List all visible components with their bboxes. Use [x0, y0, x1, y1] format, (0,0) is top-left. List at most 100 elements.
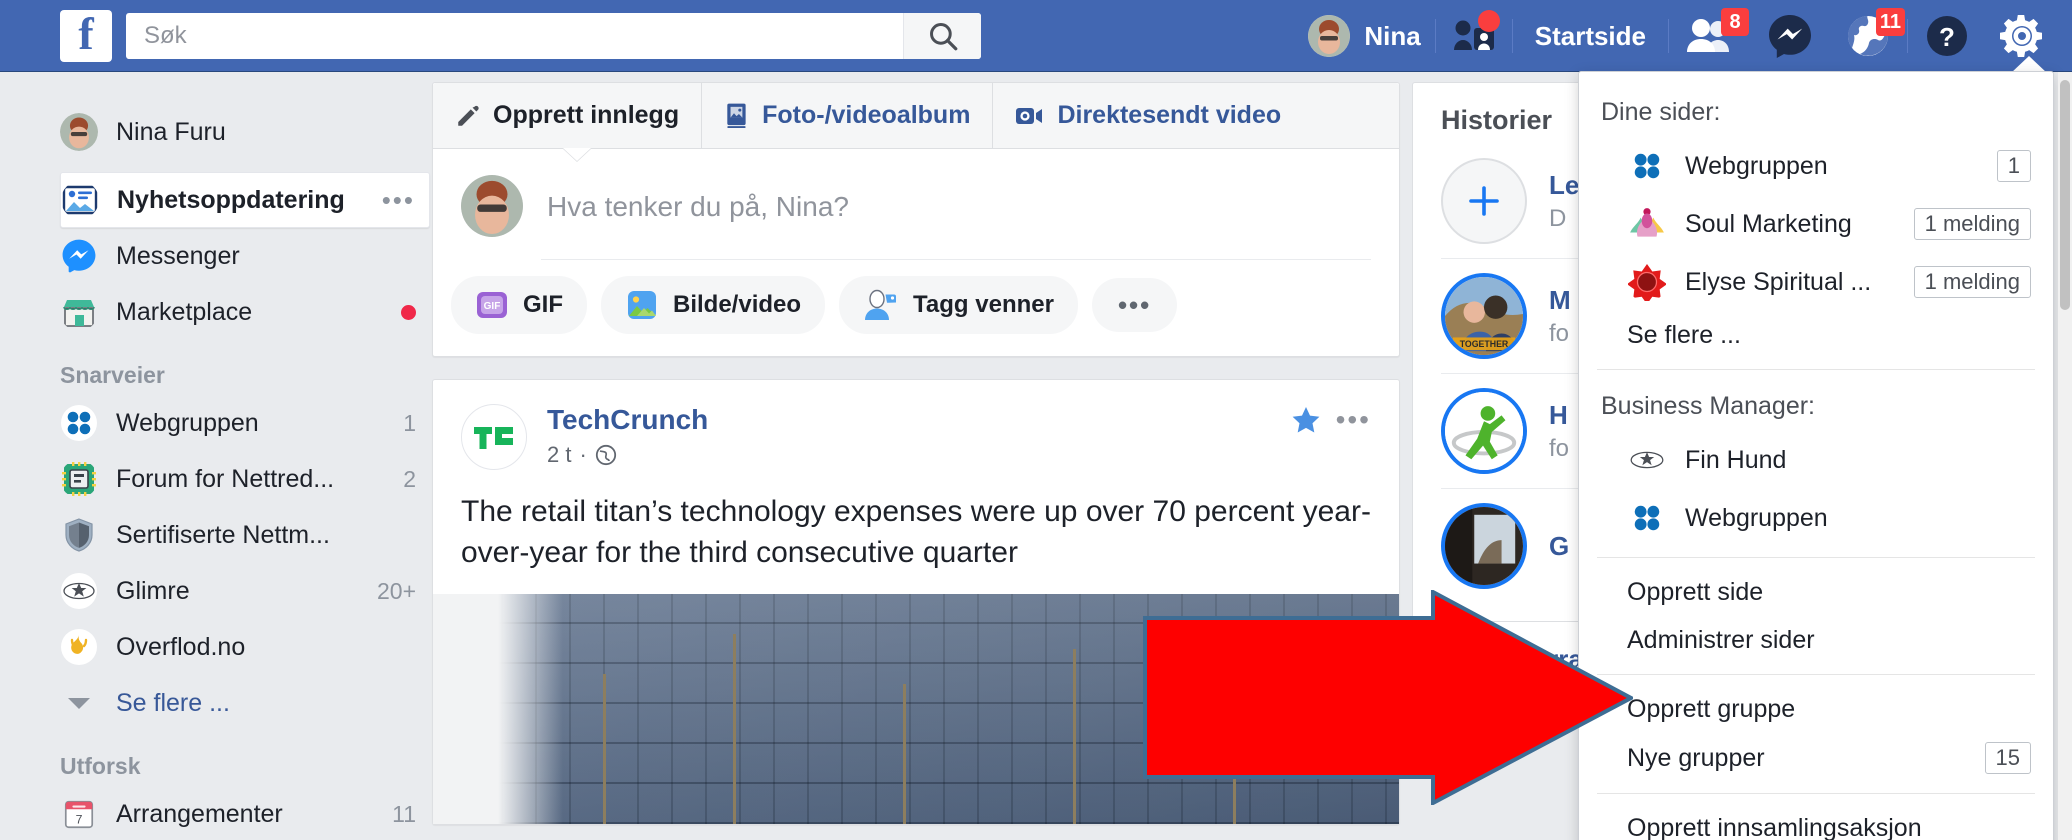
story-subtitle: fo [1549, 434, 1570, 462]
story-text: H fo [1549, 400, 1569, 463]
active-tab-caret [563, 148, 591, 161]
live-video-icon [1016, 107, 1043, 124]
story-avatar-window [1441, 503, 1527, 589]
story-name: G [1549, 530, 1570, 561]
webgruppen-icon [1627, 498, 1667, 538]
sidebar-item-messenger[interactable]: Messenger [60, 228, 430, 284]
dropdown-create-group[interactable]: Opprett gruppe [1579, 685, 2053, 733]
dropdown-page-elyse-spiritual[interactable]: Elyse Spiritual ... 1 melding [1579, 253, 2053, 311]
composer-status-input[interactable]: Hva tenker du på, Nina? [547, 175, 849, 237]
nav-notifications[interactable]: 11 [1829, 0, 1907, 72]
sidebar-item-count: 2 [403, 465, 416, 492]
story-text: M fo [1549, 285, 1571, 348]
search-input[interactable] [126, 12, 903, 59]
dropdown-divider-2 [1597, 557, 2035, 558]
composer-tag-friends-button[interactable]: Tagg venner [839, 276, 1078, 334]
sidebar-shortcut-glimre[interactable]: Glimre 20+ [60, 563, 430, 619]
dropdown-manage-pages[interactable]: Administrer sider [1579, 616, 2053, 664]
sidebar-shortcut-overflod[interactable]: Overflod.no [60, 619, 430, 675]
post-composer: Opprett innlegg Foto-/videoalbum Direkte… [432, 82, 1400, 357]
story-text: G [1549, 531, 1569, 562]
dropdown-bm-webgruppen[interactable]: Webgruppen [1579, 489, 2053, 547]
help-icon: ? [1927, 16, 1967, 56]
tab-live-video[interactable]: Direktesendt video [992, 83, 1303, 148]
nav-profile-link[interactable]: Nina [1294, 15, 1434, 57]
dropdown-item-label: Webgruppen [1685, 503, 1828, 532]
dropdown-page-soul-marketing[interactable]: Soul Marketing 1 melding [1579, 195, 2053, 253]
dropdown-divider-3 [1597, 674, 2035, 675]
nav-messenger[interactable] [1751, 0, 1829, 72]
tab-label: Direktesendt video [1057, 101, 1282, 129]
sidebar-item-label: Webgruppen [116, 408, 259, 437]
story-avatar-couple: TOGETHER [1441, 273, 1527, 359]
dropdown-item-badge: 1 melding [1913, 266, 2031, 298]
nav-help[interactable]: ? [1908, 0, 1986, 72]
nav-home-link[interactable]: Startside [1513, 21, 1668, 52]
dropdown-new-groups[interactable]: Nye grupper 15 [1579, 733, 2053, 783]
dropdown-item-badge: 1 melding [1913, 208, 2031, 240]
dropdown-pages-see-more[interactable]: Se flere ... [1579, 311, 2053, 359]
post-meta: 2 t · [547, 442, 708, 468]
sidebar-item-label: Marketplace [116, 297, 253, 326]
post-page-name[interactable]: TechCrunch [547, 404, 708, 436]
dropdown-bm-fin-hund[interactable]: Fin Hund [1579, 431, 2053, 489]
dropdown-create-fundraiser[interactable]: Opprett innsamlingsaksjon [1579, 804, 2053, 840]
facebook-logo[interactable]: f [60, 9, 112, 62]
overflod-icon [60, 628, 98, 666]
star-icon[interactable] [1290, 404, 1322, 436]
sidebar-newsfeed-options-icon[interactable]: ••• [382, 187, 415, 213]
page-scrollbar-thumb[interactable] [2060, 80, 2070, 310]
sidebar-shortcut-webgruppen[interactable]: Webgruppen 1 [60, 395, 430, 451]
nav-profile-name: Nina [1364, 20, 1421, 51]
tab-photo-video-album[interactable]: Foto-/videoalbum [701, 83, 992, 148]
sidebar-item-label: Nyhetsoppdatering [117, 185, 345, 214]
pencil-icon [458, 105, 479, 126]
nav-settings-button[interactable] [1986, 0, 2072, 73]
dropdown-item-badge: 15 [1984, 742, 2031, 774]
post-tools: ••• [1290, 404, 1371, 436]
composer-photo-video-button[interactable]: Bilde/video [601, 276, 826, 334]
nav-create-shortcut[interactable] [1436, 0, 1512, 72]
chevron-down-icon [60, 684, 98, 722]
tag-friends-icon [865, 289, 897, 320]
svg-text:TOGETHER: TOGETHER [1460, 339, 1509, 349]
composer-gif-button[interactable]: GIF GIF [451, 276, 587, 334]
story-name: H [1549, 399, 1568, 430]
techcrunch-logo-icon [474, 427, 513, 449]
sidebar-shortcut-forum[interactable]: Forum for Nettred... 2 [60, 451, 430, 507]
search-button[interactable] [903, 12, 981, 59]
chip-icon [60, 460, 98, 498]
avatar [1308, 15, 1351, 57]
dropdown-page-webgruppen[interactable]: Webgruppen 1 [1579, 137, 2053, 195]
sidebar-item-count: 11 [392, 800, 416, 827]
sidebar-item-marketplace[interactable]: Marketplace [60, 284, 430, 340]
composer-tabs: Opprett innlegg Foto-/videoalbum Direkte… [433, 83, 1399, 161]
search-box[interactable] [126, 12, 981, 59]
sidebar-item-profile[interactable]: Nina Furu [60, 104, 430, 160]
elyse-spiritual-icon [1627, 262, 1667, 302]
sidebar-item-count: 1 [403, 409, 416, 436]
post-meta-dot: · [579, 442, 587, 467]
dropdown-create-page[interactable]: Opprett side [1579, 568, 2053, 616]
composer-more-options-button[interactable]: ••• [1091, 278, 1178, 332]
tab-label: Opprett innlegg [493, 101, 680, 129]
left-sidebar: Nina Furu Nyhetsoppdatering ••• Messenge… [0, 72, 430, 840]
sidebar-shortcut-sertifiserte[interactable]: Sertifiserte Nettm... [60, 507, 430, 563]
post-timestamp: 2 t [547, 442, 572, 467]
annotation-arrow [1143, 590, 1633, 805]
globe-icon [595, 444, 616, 466]
webgruppen-icon [1627, 146, 1667, 186]
tab-create-post[interactable]: Opprett innlegg [433, 83, 701, 148]
post-page-avatar[interactable] [461, 404, 527, 470]
sidebar-item-events[interactable]: 7 Arrangementer 11 [60, 786, 430, 840]
calendar-icon: 7 [60, 795, 98, 833]
sidebar-see-more-shortcuts[interactable]: Se flere ... [60, 675, 430, 731]
sidebar-explore-heading: Utforsk [60, 753, 141, 779]
sidebar-item-label: Glimre [116, 576, 190, 605]
svg-text:?: ? [1939, 22, 1955, 52]
sidebar-item-newsfeed[interactable]: Nyhetsoppdatering ••• [60, 172, 430, 228]
composer-input-row: Hva tenker du på, Nina? [433, 149, 1399, 237]
nav-friend-requests[interactable]: 8 [1669, 0, 1751, 72]
sidebar-item-label: Overflod.no [116, 632, 246, 661]
post-more-icon[interactable]: ••• [1336, 406, 1371, 434]
